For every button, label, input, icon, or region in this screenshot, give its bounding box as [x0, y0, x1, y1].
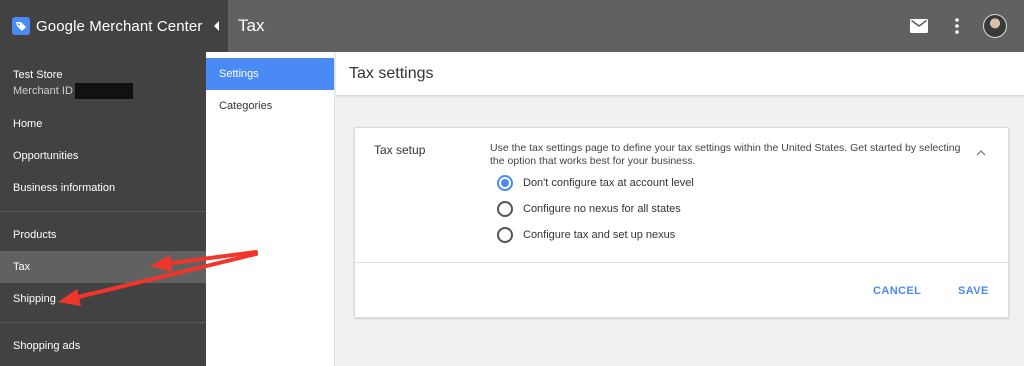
radio-label: Don't configure tax at account level	[523, 177, 694, 189]
card-divider	[355, 262, 1008, 263]
top-actions	[900, 0, 1024, 52]
save-button[interactable]: SAVE	[958, 285, 989, 297]
sidebar-item-business-information[interactable]: Business information	[0, 172, 206, 204]
more-vert-icon[interactable]	[938, 0, 976, 52]
chevron-left-icon	[214, 21, 219, 31]
mail-icon[interactable]	[900, 0, 938, 52]
sidebar-item-opportunities[interactable]: Opportunities	[0, 140, 206, 172]
brand[interactable]: Google Merchant Center	[0, 0, 206, 52]
sidebar: Google Merchant Center Test Store Mercha…	[0, 0, 206, 366]
radio-button[interactable]	[497, 175, 513, 191]
subnav-item-categories[interactable]: Categories	[206, 90, 334, 122]
radio-label: Configure tax and set up nexus	[523, 229, 676, 241]
sidebar-divider	[0, 322, 206, 323]
store-name: Test Store	[13, 69, 63, 81]
avatar	[983, 14, 1007, 38]
content-title: Tax settings	[349, 64, 434, 82]
tax-setup-card: Tax setup Use the tax settings page to d…	[354, 127, 1009, 318]
merchant-id-row: Merchant ID	[13, 83, 193, 99]
subnav-item-settings[interactable]: Settings	[206, 58, 334, 90]
merchant-center-tag-icon	[12, 17, 30, 35]
sidebar-item-shopping-ads[interactable]: Shopping ads	[0, 330, 206, 362]
collapse-sidebar-button[interactable]	[206, 0, 228, 52]
collapse-card-button[interactable]	[973, 145, 989, 161]
sidebar-item-products[interactable]: Products	[0, 219, 206, 251]
option-setup-nexus[interactable]: Configure tax and set up nexus	[497, 227, 675, 243]
content-header: Tax settings	[336, 52, 1024, 96]
cancel-button[interactable]: CANCEL	[873, 285, 921, 297]
radio-label: Configure no nexus for all states	[523, 203, 681, 215]
top-app-bar: Tax	[206, 0, 1024, 52]
option-no-nexus[interactable]: Configure no nexus for all states	[497, 201, 681, 217]
chevron-up-icon	[976, 150, 986, 156]
merchant-id-label: Merchant ID	[13, 85, 73, 97]
merchant-id-redaction	[74, 83, 133, 99]
page-title: Tax	[238, 16, 265, 35]
sidebar-item-tax[interactable]: Tax	[0, 251, 206, 283]
brand-name: Google Merchant Center	[36, 17, 203, 35]
radio-button[interactable]	[497, 227, 513, 243]
sidebar-item-home[interactable]: Home	[0, 108, 206, 140]
sidebar-item-shipping[interactable]: Shipping	[0, 283, 206, 315]
tax-subnav: Settings Categories	[206, 52, 335, 366]
radio-button[interactable]	[497, 201, 513, 217]
card-description: Use the tax settings page to define your…	[490, 142, 961, 167]
store-info[interactable]: Test Store Merchant ID	[0, 52, 206, 108]
sidebar-divider	[0, 211, 206, 212]
option-dont-configure[interactable]: Don't configure tax at account level	[497, 175, 694, 191]
card-label: Tax setup	[374, 143, 426, 157]
account-button[interactable]	[976, 0, 1014, 52]
